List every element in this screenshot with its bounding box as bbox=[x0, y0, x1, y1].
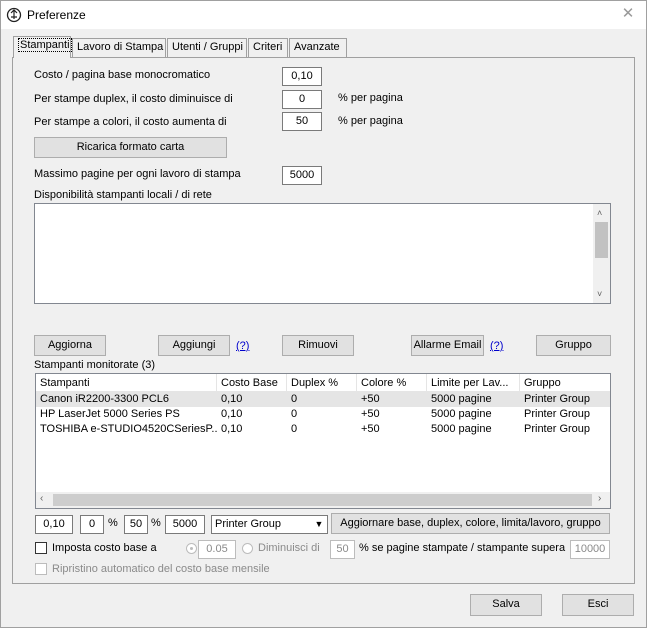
monitored-printers-label: Stampanti monitorate (3) bbox=[34, 359, 156, 371]
remove-printer-button[interactable]: Rimuovi bbox=[282, 335, 354, 356]
radio-dot-icon bbox=[190, 547, 193, 550]
add-help-link[interactable]: (?) bbox=[236, 340, 249, 352]
table-cell: Printer Group bbox=[524, 393, 591, 405]
scroll-right-icon[interactable]: › bbox=[598, 493, 601, 504]
add-printer-button[interactable]: Aggiungi bbox=[158, 335, 230, 356]
column-header-printers[interactable]: Stampanti bbox=[36, 374, 217, 392]
tab-stampanti[interactable]: Stampanti bbox=[13, 36, 72, 58]
title-bar: Preferenze ✕ bbox=[1, 1, 646, 29]
set-base-value-input[interactable]: 0.05 bbox=[198, 540, 236, 559]
close-icon[interactable]: ✕ bbox=[619, 5, 637, 23]
cost-base-input[interactable]: 0,10 bbox=[282, 67, 322, 86]
bulk-color-unit: % bbox=[151, 517, 161, 529]
monitored-printers-table[interactable]: Stampanti Costo Base Duplex % Colore % L… bbox=[35, 373, 611, 509]
table-cell[interactable]: TOSHIBA e-STUDIO4520CSeriesP... bbox=[36, 422, 217, 437]
color-unit: % per pagina bbox=[338, 115, 403, 127]
email-alarm-button[interactable]: Allarme Email bbox=[411, 335, 484, 356]
available-printers-list[interactable]: ˄ ˅ bbox=[34, 203, 611, 304]
decrease-value-input[interactable]: 50 bbox=[330, 540, 355, 559]
monthly-reset-label: Ripristino automatico del costo base men… bbox=[52, 563, 270, 575]
table-cell: 0,10 bbox=[221, 408, 243, 420]
table-cell: 0 bbox=[291, 408, 298, 420]
reload-paper-button[interactable]: Ricarica formato carta bbox=[34, 137, 227, 158]
duplex-unit: % per pagina bbox=[338, 92, 403, 104]
exit-button[interactable]: Esci bbox=[562, 594, 634, 616]
table-cell: 0,10 bbox=[221, 393, 243, 405]
scroll-left-icon[interactable]: ‹ bbox=[40, 493, 43, 504]
table-cell: +50 bbox=[361, 393, 380, 405]
tab-utenti-gruppi[interactable]: Utenti / Gruppi bbox=[167, 38, 247, 57]
bulk-cost-input[interactable]: 0,10 bbox=[35, 515, 73, 534]
column-header-group[interactable]: Gruppo bbox=[520, 374, 610, 392]
table-cell: Printer Group bbox=[524, 423, 591, 435]
scroll-thumb[interactable] bbox=[595, 222, 608, 258]
app-icon bbox=[6, 7, 22, 23]
duplex-label: Per stampe duplex, il costo diminuisce d… bbox=[34, 93, 233, 105]
table-cell: 5000 pagine bbox=[431, 423, 492, 435]
scroll-thumb[interactable] bbox=[53, 494, 592, 506]
preferences-window: Preferenze ✕ Stampanti Lavoro di Stampa … bbox=[0, 0, 647, 628]
bulk-limit-input[interactable]: 5000 bbox=[165, 515, 205, 534]
table-cell: 0 bbox=[291, 423, 298, 435]
decrease-label: Diminuisci di bbox=[258, 542, 320, 554]
threshold-label: % se pagine stampate / stampante supera bbox=[359, 542, 566, 554]
column-header-limit[interactable]: Limite per Lav... bbox=[427, 374, 520, 392]
available-printers-label: Disponibilità stampanti locali / di rete bbox=[34, 189, 212, 201]
set-base-radio[interactable] bbox=[186, 543, 197, 554]
set-base-checkbox[interactable] bbox=[35, 542, 47, 554]
threshold-value-input[interactable]: 10000 bbox=[570, 540, 610, 559]
table-cell: +50 bbox=[361, 423, 380, 435]
max-pages-label: Massimo pagine per ogni lavoro di stampa bbox=[34, 168, 241, 180]
cost-base-label: Costo / pagina base monocromatico bbox=[34, 69, 211, 81]
bulk-group-value: Printer Group bbox=[215, 518, 282, 530]
email-help-link[interactable]: (?) bbox=[490, 340, 503, 352]
table-horizontal-scrollbar[interactable]: ‹ › bbox=[36, 492, 610, 508]
table-cell: Printer Group bbox=[524, 408, 591, 420]
max-pages-input[interactable]: 5000 bbox=[282, 166, 322, 185]
scroll-down-icon[interactable]: ˅ bbox=[597, 289, 602, 299]
color-input[interactable]: 50 bbox=[282, 112, 322, 131]
table-cell[interactable]: HP LaserJet 5000 Series PS bbox=[36, 407, 217, 422]
bulk-group-select[interactable]: Printer Group ▼ bbox=[211, 515, 328, 534]
window-title: Preferenze bbox=[27, 8, 86, 22]
chevron-down-icon[interactable]: ▼ bbox=[311, 516, 327, 533]
bulk-duplex-input[interactable]: 0 bbox=[80, 515, 104, 534]
tab-criteri[interactable]: Criteri bbox=[248, 38, 288, 57]
color-label: Per stampe a colori, il costo aumenta di bbox=[34, 116, 227, 128]
table-cell: 0,10 bbox=[221, 423, 243, 435]
column-header-color[interactable]: Colore % bbox=[357, 374, 427, 392]
column-header-duplex[interactable]: Duplex % bbox=[287, 374, 357, 392]
available-printers-scrollbar[interactable]: ˄ ˅ bbox=[593, 204, 610, 303]
column-header-base-cost[interactable]: Costo Base bbox=[217, 374, 287, 392]
save-button[interactable]: Salva bbox=[470, 594, 542, 616]
table-cell: Canon iR2200-3300 PCL6 bbox=[40, 393, 170, 405]
bulk-color-input[interactable]: 50 bbox=[124, 515, 148, 534]
duplex-input[interactable]: 0 bbox=[282, 90, 322, 109]
tab-lavoro-di-stampa[interactable]: Lavoro di Stampa bbox=[72, 38, 166, 57]
group-button[interactable]: Gruppo bbox=[536, 335, 611, 356]
monthly-reset-checkbox[interactable] bbox=[35, 563, 47, 575]
bulk-apply-button[interactable]: Aggiornare base, duplex, colore, limita/… bbox=[331, 513, 610, 534]
table-cell: +50 bbox=[361, 408, 380, 420]
table-cell: 5000 pagine bbox=[431, 393, 492, 405]
refresh-button[interactable]: Aggiorna bbox=[34, 335, 106, 356]
table-cell: 5000 pagine bbox=[431, 408, 492, 420]
tab-avanzate[interactable]: Avanzate bbox=[289, 38, 347, 57]
set-base-label: Imposta costo base a bbox=[52, 542, 157, 554]
bulk-duplex-unit: % bbox=[108, 517, 118, 529]
decrease-radio[interactable] bbox=[242, 543, 253, 554]
scroll-up-icon[interactable]: ˄ bbox=[597, 208, 602, 218]
table-cell: 0 bbox=[291, 393, 298, 405]
